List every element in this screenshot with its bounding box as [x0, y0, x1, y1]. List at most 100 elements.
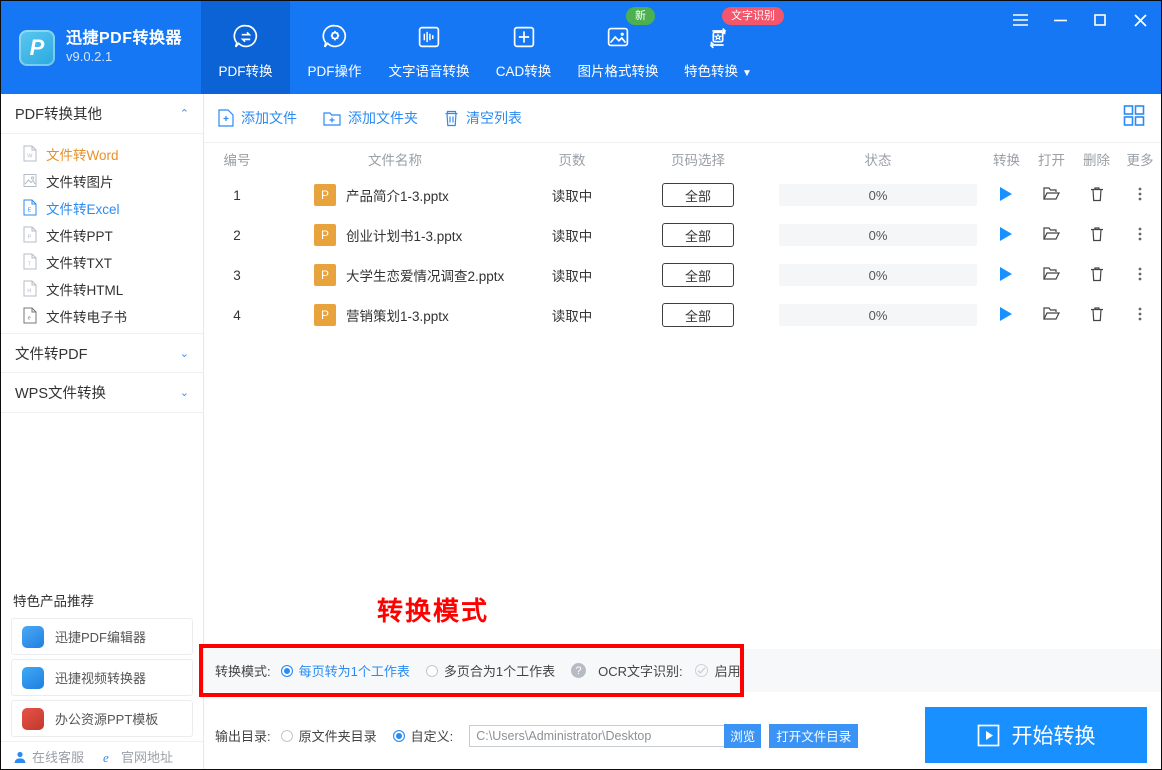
row-delete-cell: [1074, 306, 1119, 325]
sidebar-section-wps-convert[interactable]: WPS文件转换 ⌄: [1, 373, 203, 413]
add-file-button[interactable]: 添加文件: [218, 108, 297, 128]
play-icon[interactable]: [999, 306, 1014, 322]
folder-open-icon[interactable]: [1043, 306, 1060, 321]
headset-icon: [13, 750, 27, 764]
file-type-letter: P: [321, 188, 329, 202]
mode-option-merge-all[interactable]: 多页合为1个工作表: [426, 661, 555, 680]
mode-option-per-page[interactable]: 每页转为1个工作表: [281, 661, 410, 680]
clear-list-button[interactable]: 清空列表: [444, 108, 522, 128]
play-icon[interactable]: [999, 226, 1014, 242]
svg-text:e: e: [103, 750, 109, 764]
column-header-status: 状态: [772, 149, 984, 169]
link-online-support[interactable]: 在线客服: [13, 747, 84, 766]
table-row[interactable]: 1 P 产品简介1-3.pptx 读取中 全部 0%: [204, 175, 1161, 215]
table-row[interactable]: 3 P 大学生恋爱情况调查2.pptx 读取中 全部 0%: [204, 255, 1161, 295]
folder-open-icon[interactable]: [1043, 186, 1060, 201]
more-vertical-icon[interactable]: [1138, 266, 1142, 282]
close-icon[interactable]: [1127, 7, 1153, 33]
output-option-custom[interactable]: 自定义:: [393, 726, 454, 745]
radio-source-folder[interactable]: [281, 730, 293, 742]
table-header: 编号 文件名称 页数 页码选择 状态 转换 打开 删除 更多: [204, 143, 1161, 175]
trash-icon[interactable]: [1090, 226, 1104, 242]
folder-open-glyph: [1043, 306, 1060, 321]
row-num: 3: [204, 268, 270, 283]
minimize-icon[interactable]: [1047, 7, 1073, 33]
sidebar-item-to-ppt[interactable]: P 文件转PPT: [1, 221, 203, 248]
more-vertical-icon[interactable]: [1138, 226, 1142, 242]
table-row[interactable]: 4 P 营销策划1-3.pptx 读取中 全部 0%: [204, 295, 1161, 335]
more-vertical-glyph: [1138, 226, 1142, 242]
link-official-website[interactable]: e 官网地址: [102, 747, 173, 766]
tab-pdf-operate[interactable]: PDF操作: [290, 1, 379, 94]
radio-merge-all[interactable]: [426, 665, 438, 677]
svg-text:E: E: [28, 208, 32, 214]
chevron-down-icon: ▼: [742, 68, 752, 79]
ie-browser-icon: e: [102, 750, 116, 764]
menu-glyph: [1012, 13, 1029, 27]
sidebar-section-pdf-to-other[interactable]: PDF转换其他 ⌃: [1, 94, 203, 134]
sidebar-item-to-html[interactable]: H 文件转HTML: [1, 275, 203, 302]
promo-item-pdf-editor[interactable]: 迅捷PDF编辑器: [11, 618, 193, 655]
sidebar: PDF转换其他 ⌃ W 文件转Word 文件转图片: [1, 94, 204, 770]
sidebar-item-to-excel[interactable]: E 文件转Excel: [1, 194, 203, 221]
tab-cad-convert[interactable]: CAD转换: [479, 1, 568, 94]
radio-per-page[interactable]: [281, 665, 293, 677]
cad-icon: [509, 22, 539, 52]
promo-item-ppt-template[interactable]: 办公资源PPT模板: [11, 700, 193, 737]
progress-bar: 0%: [779, 264, 977, 286]
tab-cad-convert-label: CAD转换: [496, 60, 552, 80]
app-logo-icon: P: [19, 30, 55, 66]
row-name-cell: P 大学生恋爱情况调查2.pptx: [270, 264, 520, 286]
sidebar-item-to-word[interactable]: W 文件转Word: [1, 140, 203, 167]
grid-view-icon[interactable]: [1123, 105, 1145, 132]
sidebar-item-to-txt[interactable]: T 文件转TXT: [1, 248, 203, 275]
row-more-cell: [1119, 266, 1161, 285]
trash-icon[interactable]: [1090, 186, 1104, 202]
maximize-icon[interactable]: [1087, 7, 1113, 33]
ppt-file-icon: P: [23, 226, 37, 243]
star-refresh-icon: [703, 22, 733, 52]
app-window: P 迅捷PDF转换器 v9.0.2.1 PDF转换: [0, 0, 1162, 770]
table-row[interactable]: 2 P 创业计划书1-3.pptx 读取中 全部 0%: [204, 215, 1161, 255]
sidebar-item-to-ebook[interactable]: e 文件转电子书: [1, 302, 203, 329]
page-select-button[interactable]: 全部: [662, 183, 734, 207]
tab-special-convert[interactable]: 文字识别 特色转换▼: [668, 1, 768, 94]
ocr-checkbox[interactable]: [695, 664, 708, 677]
page-select-button[interactable]: 全部: [662, 223, 734, 247]
tab-text-speech[interactable]: 文字语音转换: [379, 1, 479, 94]
more-vertical-icon[interactable]: [1138, 306, 1142, 322]
add-folder-button[interactable]: 添加文件夹: [323, 108, 418, 128]
tab-image-format[interactable]: 新 图片格式转换: [568, 1, 668, 94]
tab-text-speech-label: 文字语音转换: [389, 60, 470, 80]
folder-open-icon[interactable]: [1043, 266, 1060, 281]
menu-icon[interactable]: [1007, 7, 1033, 33]
row-more-cell: [1119, 226, 1161, 245]
ocr-label: OCR文字识别:: [598, 661, 683, 680]
ppt-file-icon: P: [314, 264, 336, 286]
browse-button[interactable]: 浏览: [724, 724, 761, 748]
radio-custom[interactable]: [393, 730, 405, 742]
page-select-button[interactable]: 全部: [662, 263, 734, 287]
more-vertical-icon[interactable]: [1138, 186, 1142, 202]
open-directory-button[interactable]: 打开文件目录: [769, 724, 858, 748]
output-path-input[interactable]: [469, 725, 724, 747]
page-select-button[interactable]: 全部: [662, 303, 734, 327]
tab-pdf-convert[interactable]: PDF转换: [201, 1, 290, 94]
play-icon[interactable]: [999, 266, 1014, 282]
file-toolbar: 添加文件 添加文件夹 清空列表: [204, 94, 1161, 143]
question-mark-icon[interactable]: ?: [571, 663, 586, 678]
play-icon[interactable]: [999, 186, 1014, 202]
trash-icon[interactable]: [1090, 266, 1104, 282]
start-conversion-button[interactable]: 开始转换: [925, 707, 1147, 763]
row-delete-cell: [1074, 266, 1119, 285]
sidebar-section-other-to-pdf[interactable]: 文件转PDF ⌄: [1, 333, 203, 373]
promo-item-video-converter[interactable]: 迅捷视频转换器: [11, 659, 193, 696]
trash-icon[interactable]: [1090, 306, 1104, 322]
sidebar-item-to-image[interactable]: 文件转图片: [1, 167, 203, 194]
output-option-source-folder[interactable]: 原文件夹目录: [281, 726, 377, 745]
pdf-editor-icon: [22, 626, 44, 648]
svg-text:P: P: [28, 235, 32, 241]
add-folder-icon: [323, 110, 341, 126]
trash-glyph: [1090, 226, 1104, 242]
folder-open-icon[interactable]: [1043, 226, 1060, 241]
